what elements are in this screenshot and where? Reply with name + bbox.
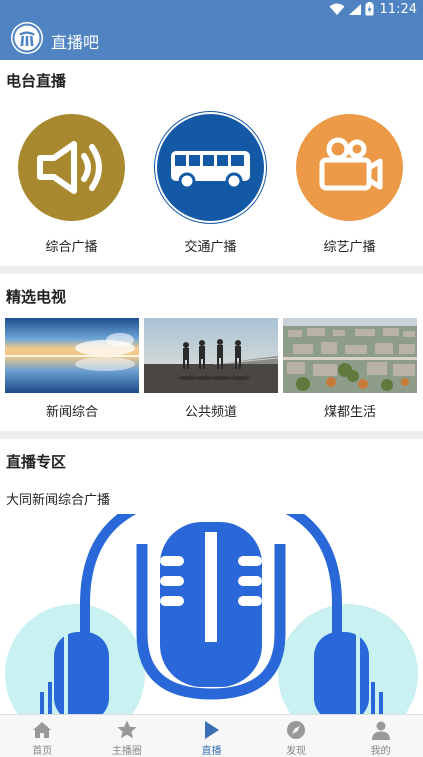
app-title: 直播吧 bbox=[51, 33, 100, 52]
radio-label-variety: 综艺广播 bbox=[323, 240, 376, 255]
nav-label-live: 直播 bbox=[201, 746, 222, 757]
section-title-tv: 精选电视 bbox=[6, 288, 67, 306]
battery-icon bbox=[365, 2, 374, 16]
city-aerial-thumbnail bbox=[283, 318, 417, 393]
section-title-live: 直播专区 bbox=[6, 453, 67, 471]
nav-item-anchors[interactable]: 主播圈 bbox=[85, 715, 170, 757]
app-bar: 直播吧 bbox=[0, 18, 423, 60]
section-title-radio: 电台直播 bbox=[6, 72, 67, 90]
radio-label-general: 综合广播 bbox=[45, 240, 98, 255]
wifi-icon bbox=[329, 3, 345, 15]
tv-label-life: 煤都生活 bbox=[323, 405, 376, 420]
tv-label-public: 公共频道 bbox=[184, 405, 237, 420]
signal-icon bbox=[348, 3, 361, 15]
nav-item-discover[interactable]: 发现 bbox=[254, 715, 339, 757]
nav-label-anchors: 主播圈 bbox=[111, 746, 142, 757]
live-item-name[interactable]: 大同新闻综合广播 bbox=[6, 489, 110, 508]
home-icon bbox=[33, 722, 52, 738]
status-time: 11:24 bbox=[379, 1, 417, 17]
nav-label-mine: 我的 bbox=[370, 746, 391, 757]
runners-thumbnail bbox=[144, 318, 278, 393]
section-divider bbox=[0, 266, 423, 274]
bus-icon bbox=[171, 151, 250, 190]
nav-item-mine[interactable]: 我的 bbox=[338, 715, 423, 757]
status-bar: 11:24 bbox=[0, 0, 423, 18]
status-icons: 11:24 bbox=[329, 1, 417, 17]
nav-item-home[interactable]: 首页 bbox=[0, 715, 85, 757]
app-logo[interactable] bbox=[11, 22, 43, 54]
nav-item-live[interactable]: 直播 bbox=[169, 715, 254, 757]
star-icon bbox=[117, 720, 137, 739]
sunset-lake-thumbnail bbox=[5, 318, 139, 393]
tv-label-news: 新闻综合 bbox=[45, 405, 98, 420]
person-icon bbox=[371, 721, 390, 740]
radio-circle-variety bbox=[296, 114, 403, 221]
compass-icon bbox=[287, 721, 306, 739]
nav-label-discover: 发现 bbox=[286, 746, 307, 757]
bottom-nav: 首页 主播圈 直播 发现 我的 bbox=[0, 714, 423, 757]
radio-item-traffic[interactable]: 交通广播 bbox=[157, 114, 264, 255]
radio-circle-general bbox=[18, 114, 125, 221]
radio-item-general[interactable]: 综合广播 bbox=[18, 114, 125, 255]
video-camera-icon bbox=[319, 137, 383, 191]
speaker-icon bbox=[37, 141, 102, 194]
radio-item-variety[interactable]: 综艺广播 bbox=[296, 114, 403, 255]
microphone-headphones-banner[interactable] bbox=[0, 514, 423, 714]
radio-circle-traffic bbox=[157, 114, 264, 221]
nav-label-home: 首页 bbox=[32, 746, 53, 757]
section-divider bbox=[0, 431, 423, 439]
play-icon bbox=[205, 721, 220, 739]
tv-item-public[interactable]: 公共频道 bbox=[144, 318, 278, 422]
tv-item-news[interactable]: 新闻综合 bbox=[5, 318, 139, 422]
radio-label-traffic: 交通广播 bbox=[184, 240, 237, 255]
tv-item-life[interactable]: 煤都生活 bbox=[283, 318, 417, 422]
